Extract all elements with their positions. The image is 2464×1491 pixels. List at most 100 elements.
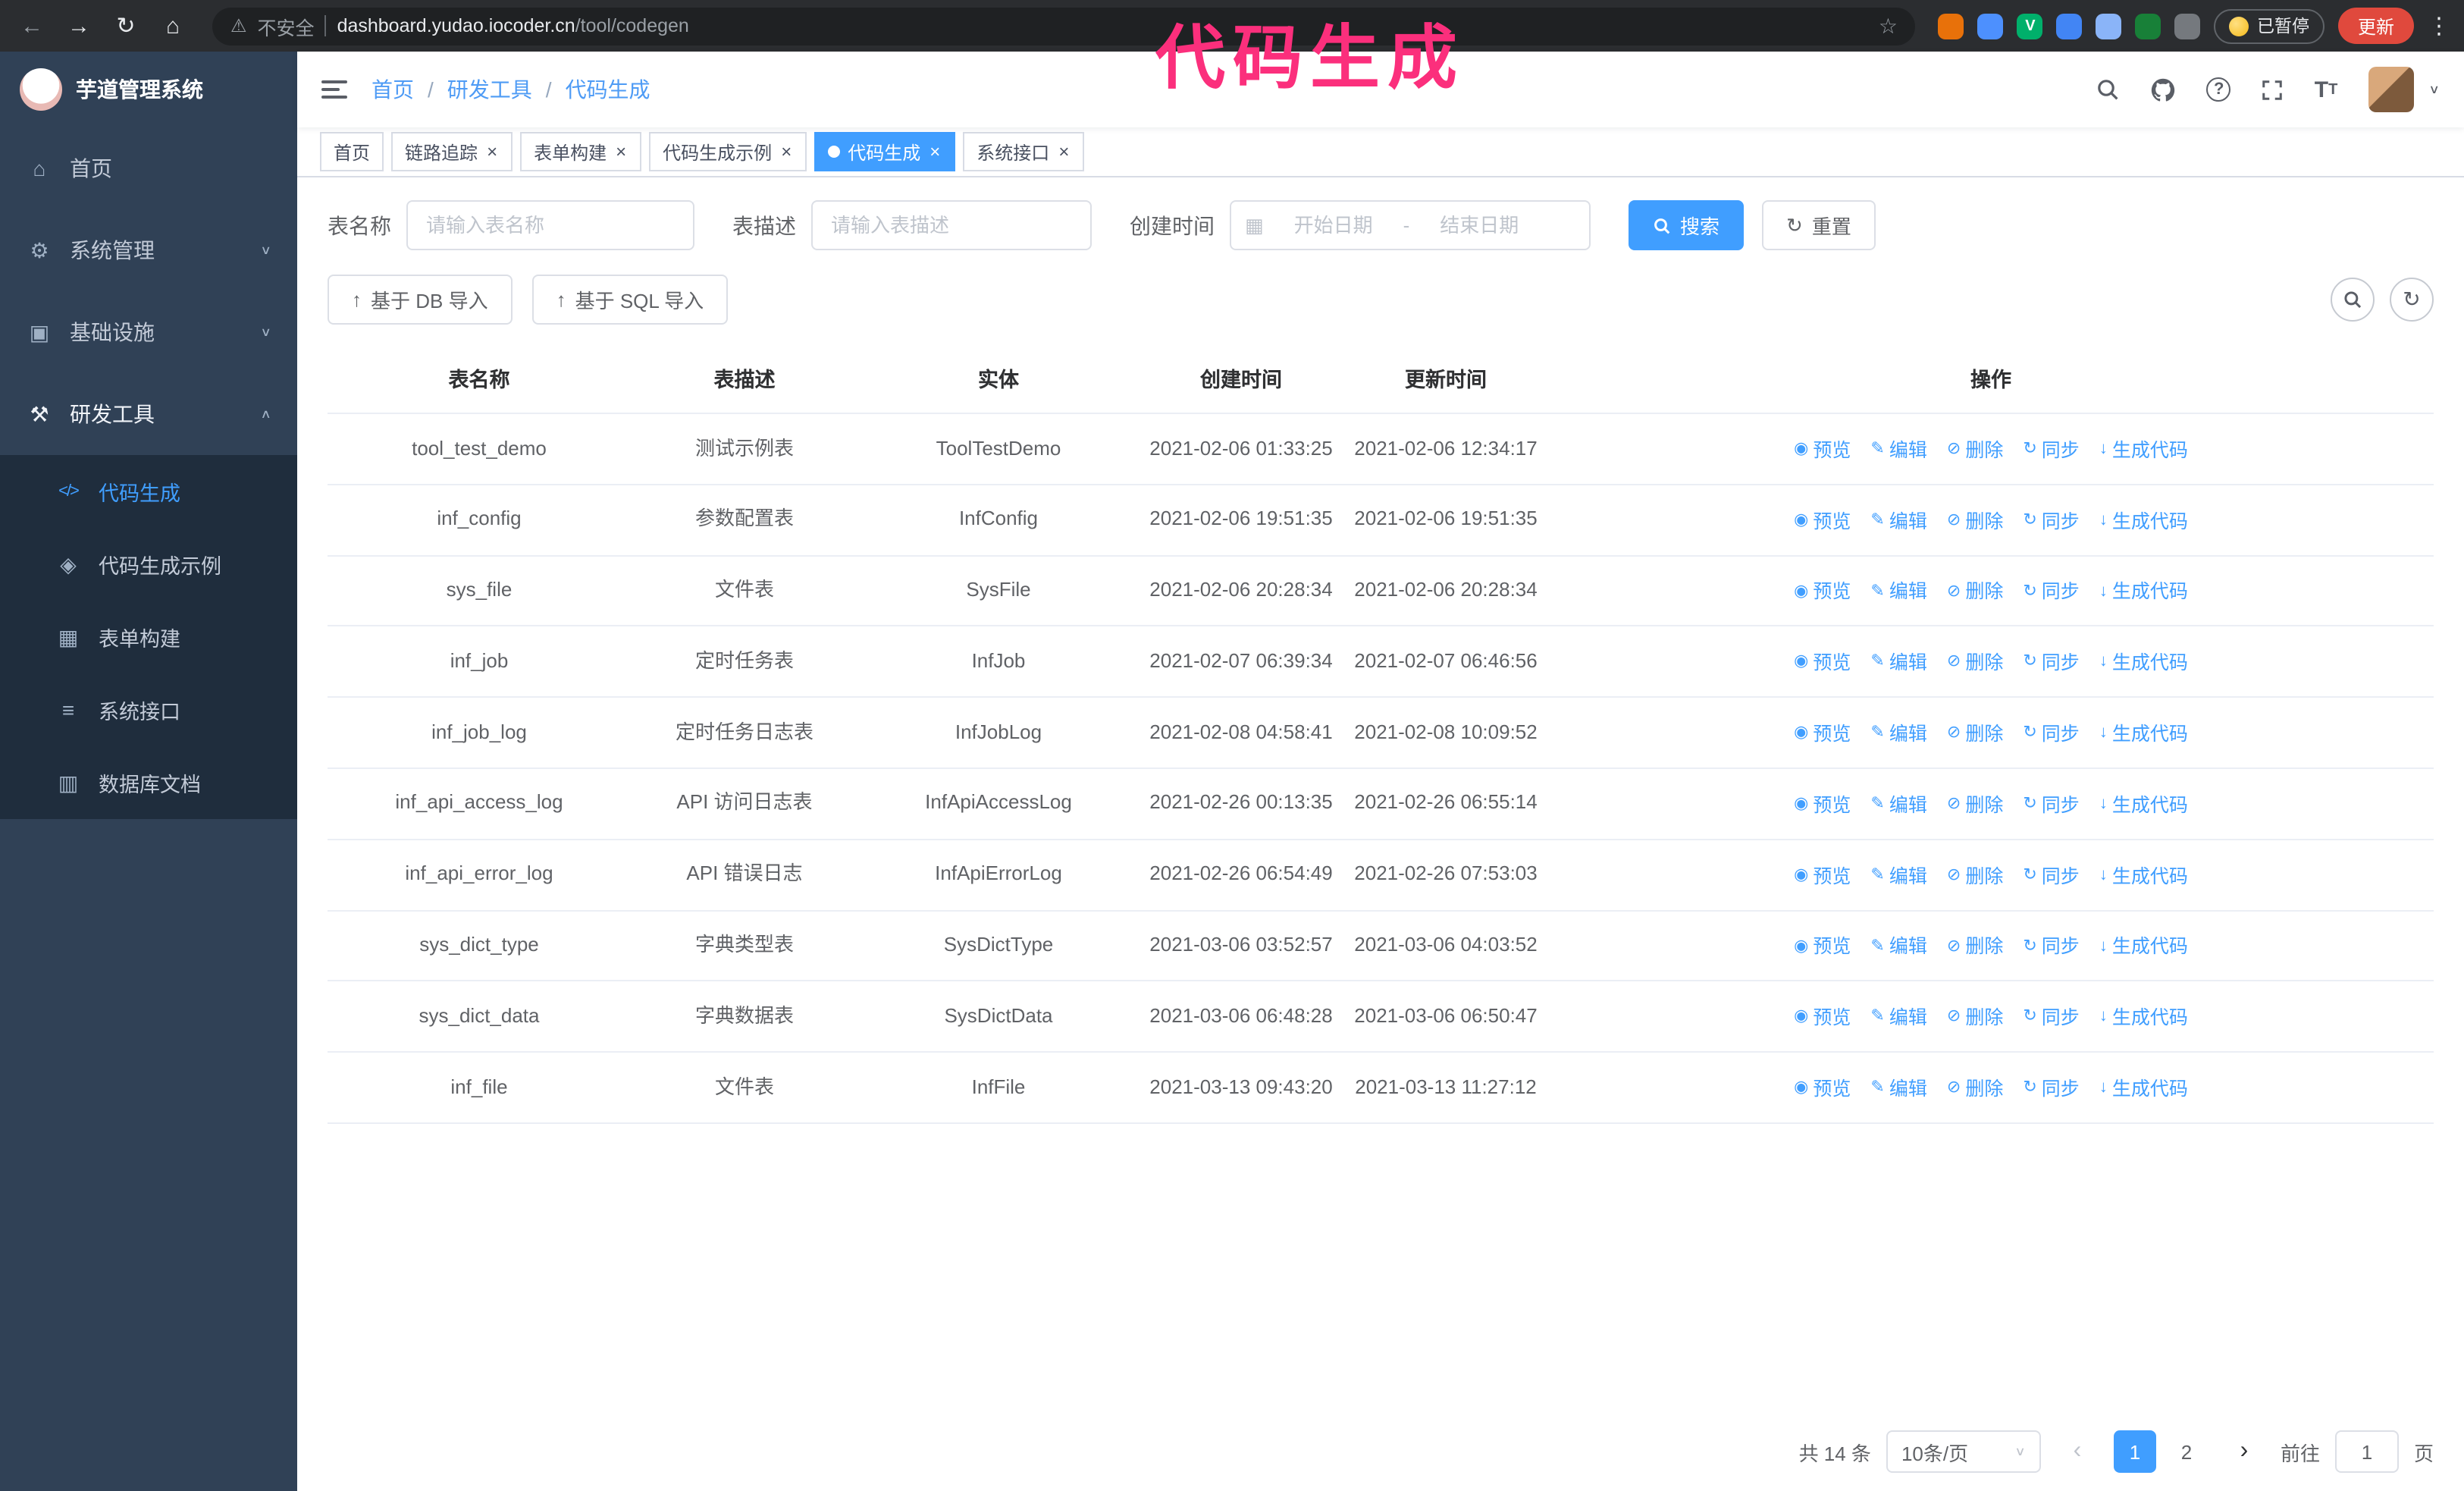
close-icon[interactable]: ×	[928, 143, 942, 161]
update-button[interactable]: 更新	[2337, 8, 2414, 44]
forward-icon[interactable]: →	[62, 13, 96, 39]
tab-codegen-example[interactable]: 代码生成示例 ×	[649, 132, 807, 171]
action-generate-link[interactable]: ↓ 生成代码	[2099, 435, 2188, 466]
reload-icon[interactable]: ↻	[109, 12, 143, 39]
extension-orange-icon[interactable]	[1938, 13, 1964, 39]
search-icon[interactable]	[2096, 77, 2121, 102]
extension-translate-icon[interactable]	[2096, 13, 2122, 39]
action-edit-link[interactable]: ✎ 编辑	[1870, 790, 1926, 821]
browser-menu-kebab-icon[interactable]: ⋮	[2428, 12, 2450, 39]
action-generate-link[interactable]: ↓ 生成代码	[2099, 861, 2188, 891]
action-sync-link[interactable]: ↻ 同步	[2023, 1074, 2079, 1104]
sidebar-item-devtools[interactable]: ⚒ 研发工具 ∧	[0, 373, 297, 455]
action-generate-link[interactable]: ↓ 生成代码	[2099, 1074, 2188, 1104]
action-edit-link[interactable]: ✎ 编辑	[1870, 1003, 1926, 1033]
extension-puzzle-icon[interactable]	[2174, 13, 2201, 39]
action-sync-link[interactable]: ↻ 同步	[2023, 932, 2079, 962]
date-range-picker[interactable]: ▦ -	[1230, 200, 1591, 250]
action-preview-link[interactable]: ◉ 预览	[1794, 790, 1851, 821]
action-sync-link[interactable]: ↻ 同步	[2023, 790, 2079, 821]
close-icon[interactable]: ×	[485, 143, 499, 161]
sidebar-item-form-builder[interactable]: ▦ 表单构建	[0, 601, 297, 673]
action-edit-link[interactable]: ✎ 编辑	[1870, 861, 1926, 891]
action-delete-link[interactable]: ⊘ 删除	[1947, 861, 2003, 891]
avatar[interactable]	[2368, 67, 2414, 112]
page-button-2[interactable]: 2	[2165, 1430, 2208, 1473]
start-date-input[interactable]	[1269, 214, 1397, 237]
page-size-select[interactable]: 10条/页 ∨	[1886, 1430, 2041, 1473]
sidebar-item-codegen[interactable]: </> 代码生成	[0, 455, 297, 528]
font-size-icon[interactable]: TT	[2315, 77, 2338, 102]
github-icon[interactable]	[2151, 77, 2177, 102]
tab-form-builder[interactable]: 表单构建 ×	[520, 132, 642, 171]
close-icon[interactable]: ×	[779, 143, 793, 161]
reset-button[interactable]: ↻ 重置	[1762, 200, 1876, 250]
action-edit-link[interactable]: ✎ 编辑	[1870, 932, 1926, 962]
extension-blue-drop-icon[interactable]	[1977, 13, 2004, 39]
action-edit-link[interactable]: ✎ 编辑	[1870, 648, 1926, 678]
action-edit-link[interactable]: ✎ 编辑	[1870, 1074, 1926, 1104]
prev-page-button[interactable]: ‹	[2056, 1430, 2099, 1473]
action-edit-link[interactable]: ✎ 编辑	[1870, 435, 1926, 466]
action-edit-link[interactable]: ✎ 编辑	[1870, 577, 1926, 607]
action-generate-link[interactable]: ↓ 生成代码	[2099, 506, 2188, 536]
action-sync-link[interactable]: ↻ 同步	[2023, 719, 2079, 749]
extension-green-v-icon[interactable]: V	[2017, 13, 2043, 39]
action-delete-link[interactable]: ⊘ 删除	[1947, 1074, 2003, 1104]
sidebar-item-codegen-example[interactable]: ◈ 代码生成示例	[0, 528, 297, 601]
page-button-1[interactable]: 1	[2113, 1430, 2156, 1473]
caret-down-icon[interactable]: ∨	[2428, 83, 2440, 96]
action-generate-link[interactable]: ↓ 生成代码	[2099, 577, 2188, 607]
action-generate-link[interactable]: ↓ 生成代码	[2099, 932, 2188, 962]
action-edit-link[interactable]: ✎ 编辑	[1870, 506, 1926, 536]
action-preview-link[interactable]: ◉ 预览	[1794, 719, 1851, 749]
tab-codegen[interactable]: 代码生成 ×	[814, 132, 956, 171]
extension-leaf-icon[interactable]	[2135, 13, 2161, 39]
action-delete-link[interactable]: ⊘ 删除	[1947, 506, 2003, 536]
action-generate-link[interactable]: ↓ 生成代码	[2099, 648, 2188, 678]
sidebar-item-db-doc[interactable]: ▥ 数据库文档	[0, 746, 297, 819]
action-sync-link[interactable]: ↻ 同步	[2023, 435, 2079, 466]
action-preview-link[interactable]: ◉ 预览	[1794, 1074, 1851, 1104]
action-delete-link[interactable]: ⊘ 删除	[1947, 790, 2003, 821]
goto-page-input[interactable]	[2334, 1430, 2399, 1473]
action-sync-link[interactable]: ↻ 同步	[2023, 648, 2079, 678]
bookmark-star-icon[interactable]: ☆	[1879, 13, 1898, 39]
action-edit-link[interactable]: ✎ 编辑	[1870, 719, 1926, 749]
breadcrumb-item[interactable]: 研发工具	[447, 74, 532, 105]
action-preview-link[interactable]: ◉ 预览	[1794, 435, 1851, 466]
action-delete-link[interactable]: ⊘ 删除	[1947, 435, 2003, 466]
close-icon[interactable]: ×	[614, 143, 628, 161]
action-preview-link[interactable]: ◉ 预览	[1794, 861, 1851, 891]
action-sync-link[interactable]: ↻ 同步	[2023, 506, 2079, 536]
action-delete-link[interactable]: ⊘ 删除	[1947, 719, 2003, 749]
refresh-table-button[interactable]: ↻	[2390, 278, 2434, 322]
action-preview-link[interactable]: ◉ 预览	[1794, 932, 1851, 962]
action-delete-link[interactable]: ⊘ 删除	[1947, 932, 2003, 962]
action-delete-link[interactable]: ⊘ 删除	[1947, 577, 2003, 607]
tab-system-api[interactable]: 系统接口 ×	[963, 132, 1085, 171]
sidebar-item-system[interactable]: ⚙ 系统管理 ∨	[0, 209, 297, 291]
toggle-search-button[interactable]	[2331, 278, 2375, 322]
action-delete-link[interactable]: ⊘ 删除	[1947, 648, 2003, 678]
action-preview-link[interactable]: ◉ 预览	[1794, 1003, 1851, 1033]
action-preview-link[interactable]: ◉ 预览	[1794, 648, 1851, 678]
action-sync-link[interactable]: ↻ 同步	[2023, 1003, 2079, 1033]
table-name-input[interactable]	[406, 200, 694, 250]
back-icon[interactable]: ←	[15, 13, 49, 39]
close-icon[interactable]: ×	[1057, 143, 1071, 161]
action-delete-link[interactable]: ⊘ 删除	[1947, 1003, 2003, 1033]
fullscreen-icon[interactable]	[2262, 78, 2284, 101]
tab-home[interactable]: 首页	[320, 132, 384, 171]
help-icon[interactable]: ?	[2206, 77, 2231, 102]
tab-tracing[interactable]: 链路追踪 ×	[391, 132, 513, 171]
home-icon[interactable]: ⌂	[156, 13, 190, 39]
action-preview-link[interactable]: ◉ 预览	[1794, 577, 1851, 607]
import-sql-button[interactable]: ↑ 基于 SQL 导入	[531, 275, 729, 325]
end-date-input[interactable]	[1415, 214, 1544, 237]
breadcrumb-item[interactable]: 首页	[371, 74, 414, 105]
table-desc-input[interactable]	[811, 200, 1092, 250]
hamburger-icon[interactable]	[321, 80, 347, 99]
sidebar-item-system-api[interactable]: ≡ 系统接口	[0, 673, 297, 746]
action-generate-link[interactable]: ↓ 生成代码	[2099, 790, 2188, 821]
